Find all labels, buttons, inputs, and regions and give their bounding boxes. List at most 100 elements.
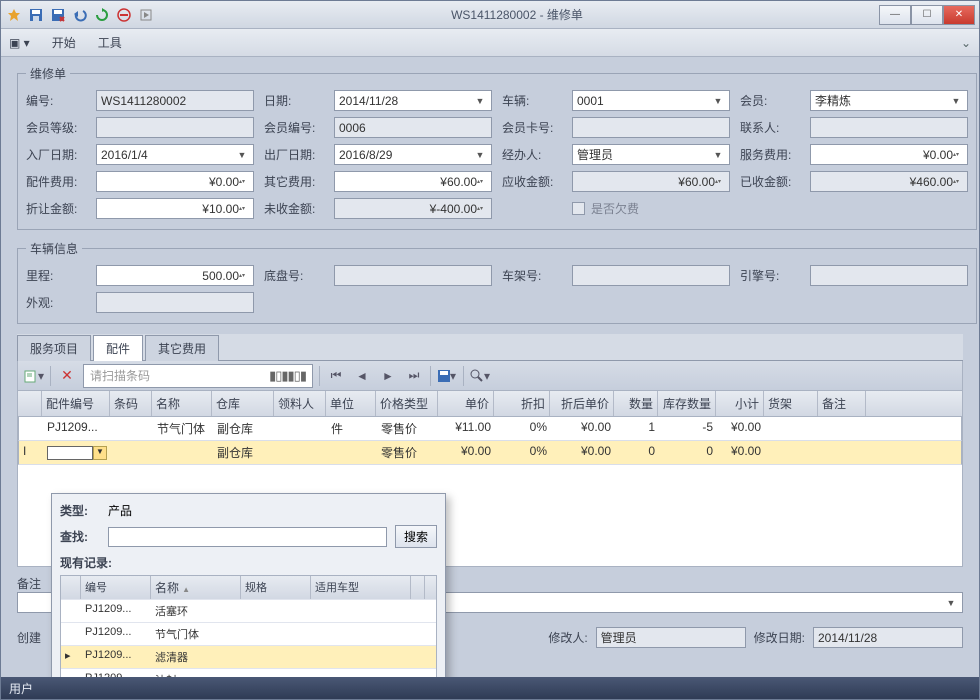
tab-tools[interactable]: 工具	[98, 34, 122, 51]
tab-parts[interactable]: 配件	[93, 335, 143, 361]
undo-icon[interactable]	[71, 6, 89, 24]
file-menu[interactable]: ▣ ▾	[9, 36, 30, 50]
barcode-input[interactable]: 请扫描条码▮▯▮▮▯▮	[83, 364, 313, 388]
search-grid-button[interactable]: ▾	[470, 366, 490, 386]
col-after[interactable]: 折后单价	[550, 391, 614, 416]
tab-other[interactable]: 其它费用	[145, 335, 219, 361]
frame-label: 车架号:	[502, 267, 562, 284]
col-ptype[interactable]: 价格类型	[376, 391, 438, 416]
col-note[interactable]: 备注	[818, 391, 866, 416]
col-barcode[interactable]: 条码	[110, 391, 152, 416]
ribbon-collapse-icon[interactable]: ⌄	[961, 36, 971, 50]
checkbox-icon	[572, 202, 585, 215]
next-button[interactable]: ►	[378, 366, 398, 386]
first-button[interactable]: ⏮	[326, 366, 346, 386]
creator-label: 创建	[17, 629, 41, 646]
records-label: 现有记录:	[60, 554, 437, 571]
dropdown-icon[interactable]: ▼	[711, 96, 725, 106]
list-item[interactable]: PJ1209...节气门体	[61, 622, 436, 645]
spinner-icon[interactable]: ▴▾	[477, 179, 487, 185]
repair-order-legend: 维修单	[26, 65, 70, 82]
moddate-field: 2014/11/28	[813, 627, 963, 648]
member-field[interactable]: 李精炼▼	[810, 90, 968, 111]
vehicle-field[interactable]: 0001▼	[572, 90, 730, 111]
lookup-grid: 编号 名称 ▲ 规格 适用车型 PJ1209...活塞环 PJ1209...节气…	[60, 575, 437, 677]
partfee-field[interactable]: ¥0.00▴▾	[96, 171, 254, 192]
lh-code[interactable]: 编号	[81, 576, 151, 599]
dropdown-icon[interactable]: ▼	[473, 96, 487, 106]
col-code[interactable]: 配件编号	[42, 391, 110, 416]
app-window: WS1411280002 - 维修单 — ☐ ✕ ▣ ▾ 开始 工具 ⌄ 维修单…	[0, 0, 980, 700]
col-wh[interactable]: 仓库	[212, 391, 274, 416]
spinner-icon[interactable]: ▴▾	[953, 152, 963, 158]
grid-toolbar: ▾ ✕ 请扫描条码▮▯▮▮▯▮ ⏮ ◄ ► ⏭ ▾ ▾	[17, 361, 963, 391]
col-disc[interactable]: 折扣	[494, 391, 550, 416]
ext-label: 外观:	[26, 294, 86, 311]
col-price[interactable]: 单价	[438, 391, 494, 416]
dropdown-icon[interactable]: ▼	[235, 150, 249, 160]
spinner-icon[interactable]: ▴▾	[239, 206, 249, 212]
maximize-button[interactable]: ☐	[911, 5, 943, 25]
due-label: 应收金额:	[502, 173, 562, 190]
vehicle-info-group: 车辆信息 里程: 500.00▴▾ 底盘号: 车架号: 引擎号: 外观:	[17, 240, 977, 324]
save-grid-button[interactable]: ▾	[437, 366, 457, 386]
minimize-button[interactable]: —	[879, 5, 911, 25]
tab-start[interactable]: 开始	[52, 34, 76, 51]
date-field[interactable]: 2014/11/28▼	[334, 90, 492, 111]
rcv-field: ¥460.00▴▾	[810, 171, 968, 192]
cell-dropdown-icon[interactable]: ▼	[93, 446, 107, 460]
find-input[interactable]	[108, 527, 387, 547]
list-item[interactable]: ▸PJ1209...滤清器	[61, 645, 436, 668]
lh-vehicle[interactable]: 适用车型	[311, 576, 411, 599]
col-stock[interactable]: 库存数量	[658, 391, 716, 416]
svcfee-field[interactable]: ¥0.00▴▾	[810, 144, 968, 165]
quick-access-toolbar	[5, 6, 155, 24]
dropdown-icon[interactable]: ▼	[711, 150, 725, 160]
col-unit[interactable]: 单位	[326, 391, 376, 416]
delete-icon[interactable]	[115, 6, 133, 24]
vehicle-label: 车辆:	[502, 92, 562, 109]
list-item[interactable]: PJ1209...活塞环	[61, 599, 436, 622]
parts-grid-header: 配件编号 条码 名称 仓库 领料人 单位 价格类型 单价 折扣 折后单价 数量 …	[17, 391, 963, 417]
col-name[interactable]: 名称	[152, 391, 212, 416]
tab-service[interactable]: 服务项目	[17, 335, 91, 361]
delete-row-button[interactable]: ✕	[57, 366, 77, 386]
col-shelf[interactable]: 货架	[764, 391, 818, 416]
prev-button[interactable]: ◄	[352, 366, 372, 386]
modby-label: 修改人:	[548, 629, 587, 646]
table-row[interactable]: I ▼ 副仓库零售价¥0.000%¥0.0000¥0.00	[18, 441, 962, 465]
lh-name[interactable]: 名称 ▲	[151, 576, 241, 599]
detail-tabs: 服务项目 配件 其它费用	[17, 334, 963, 361]
spinner-icon[interactable]: ▴▾	[239, 179, 249, 185]
table-row[interactable]: PJ1209...节气门体副仓库件零售价¥11.000%¥0.001-5¥0.0…	[18, 417, 962, 441]
mile-field[interactable]: 500.00▴▾	[96, 265, 254, 286]
handler-field[interactable]: 管理员▼	[572, 144, 730, 165]
col-sub[interactable]: 小计	[716, 391, 764, 416]
dropdown-icon[interactable]: ▼	[944, 598, 958, 608]
close-button[interactable]: ✕	[943, 5, 975, 25]
disc-field[interactable]: ¥10.00▴▾	[96, 198, 254, 219]
lh-spec[interactable]: 规格	[241, 576, 311, 599]
save-icon[interactable]	[27, 6, 45, 24]
exec-icon[interactable]	[137, 6, 155, 24]
save-close-icon[interactable]	[49, 6, 67, 24]
new-row-button[interactable]: ▾	[24, 366, 44, 386]
status-user-label: 用户	[9, 680, 33, 697]
search-button[interactable]: 搜索	[395, 525, 437, 548]
in-label: 入厂日期:	[26, 146, 86, 163]
spinner-icon[interactable]: ▴▾	[239, 273, 249, 279]
statusbar: 用户	[1, 677, 979, 699]
otherfee-field[interactable]: ¥60.00▴▾	[334, 171, 492, 192]
dropdown-icon[interactable]: ▼	[473, 150, 487, 160]
refresh-icon[interactable]	[93, 6, 111, 24]
col-picker[interactable]: 领料人	[274, 391, 326, 416]
window-controls: — ☐ ✕	[879, 5, 975, 25]
out-field[interactable]: 2016/8/29▼	[334, 144, 492, 165]
spinner-icon: ▴▾	[715, 179, 725, 185]
list-item[interactable]: PJ1209...油封	[61, 668, 436, 677]
last-button[interactable]: ⏭	[404, 366, 424, 386]
in-field[interactable]: 2016/1/4▼	[96, 144, 254, 165]
dropdown-icon[interactable]: ▼	[949, 96, 963, 106]
spinner-icon: ▴▾	[953, 179, 963, 185]
col-qty[interactable]: 数量	[614, 391, 658, 416]
